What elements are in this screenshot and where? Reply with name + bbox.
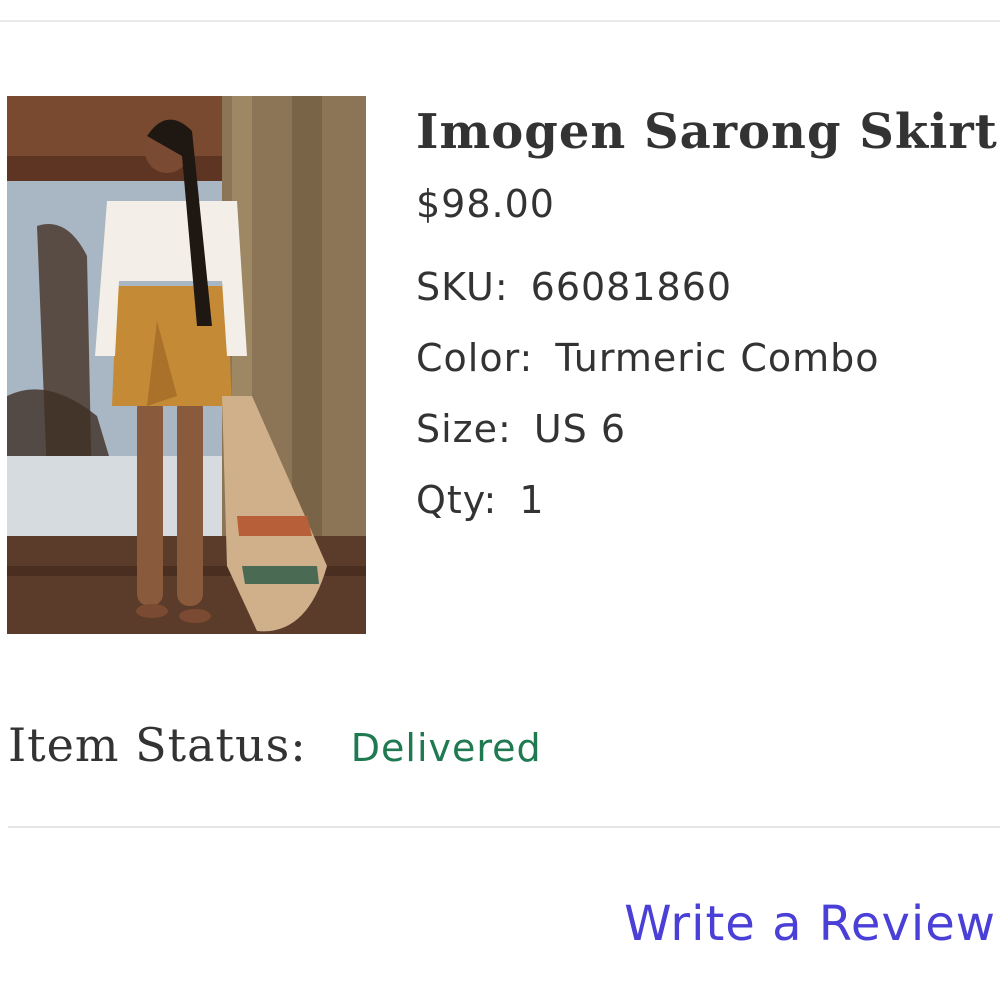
qty-row: Qty: 1	[416, 474, 996, 526]
sku-row: SKU: 66081860	[416, 261, 996, 313]
color-row: Color: Turmeric Combo	[416, 332, 996, 384]
qty-label: Qty:	[416, 478, 498, 522]
top-divider	[0, 20, 1000, 22]
product-details: Imogen Sarong Skirt $98.00 SKU: 66081860 …	[416, 96, 997, 526]
sku-value: 66081860	[530, 265, 733, 309]
size-value: US 6	[533, 407, 627, 451]
size-label: Size:	[416, 407, 512, 451]
product-image[interactable]	[7, 96, 366, 634]
item-status-row: Item Status: Delivered	[8, 710, 542, 791]
qty-value: 1	[519, 478, 545, 522]
item-status-label: Item Status:	[8, 718, 307, 772]
section-divider	[8, 826, 1000, 828]
write-review-link[interactable]: Write a Review	[624, 892, 996, 956]
size-row: Size: US 6	[416, 403, 996, 455]
product-title[interactable]: Imogen Sarong Skirt	[416, 96, 997, 168]
color-label: Color:	[416, 336, 534, 380]
sku-label: SKU:	[416, 265, 509, 309]
color-value: Turmeric Combo	[555, 336, 880, 380]
product-price: $98.00	[416, 182, 555, 226]
item-status-value: Delivered	[350, 726, 542, 770]
